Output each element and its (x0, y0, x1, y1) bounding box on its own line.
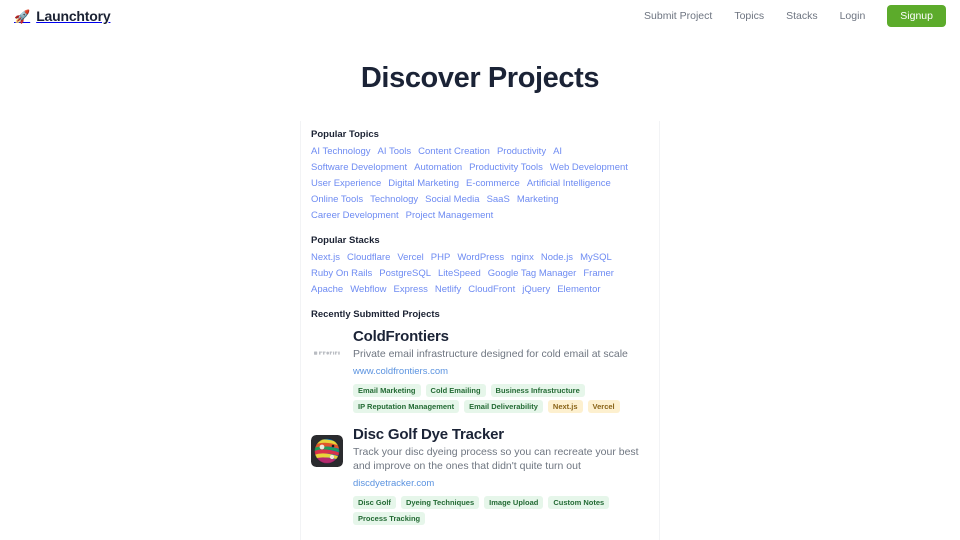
topic-link[interactable]: Automation (414, 161, 462, 174)
topic-tag[interactable]: Email Marketing (353, 384, 421, 397)
project-tag-row: Email Marketing Cold Emailing Business Inf… (353, 384, 649, 413)
stack-link[interactable]: Next.js (311, 251, 340, 264)
topic-link[interactable]: Marketing (517, 193, 559, 206)
topic-link[interactable]: Productivity Tools (469, 161, 543, 174)
signup-button[interactable]: Signup (887, 4, 946, 28)
popular-topics-list: AI Technology AI Tools Content Creation Pro… (311, 145, 649, 222)
nav-topics[interactable]: Topics (734, 10, 764, 22)
topic-link[interactable]: Digital Marketing (388, 177, 459, 190)
project-description: Track your disc dyeing process so you ca… (353, 446, 639, 472)
topic-link[interactable]: Software Development (311, 161, 407, 174)
project-description: Private email infrastructure designed fo… (353, 348, 628, 360)
topic-tag[interactable]: Custom Notes (548, 496, 610, 509)
stack-tag[interactable]: Vercel (587, 400, 620, 413)
page-title: Discover Projects (360, 62, 600, 94)
topic-link[interactable]: SaaS (487, 193, 510, 206)
topic-link[interactable]: Content Creation (418, 145, 490, 158)
popular-stacks-list: Next.js Cloudflare Vercel PHP WordPress nginx… (311, 251, 649, 296)
project-body: ColdFrontiers Private email infrastructur… (353, 327, 649, 413)
stack-link[interactable]: Google Tag Manager (488, 267, 577, 280)
stack-link[interactable]: Framer (583, 267, 614, 280)
stack-link[interactable]: Node.js (541, 251, 573, 264)
nav-login[interactable]: Login (840, 10, 866, 22)
main-content-column: Popular Topics AI Technology AI Tools Cont… (300, 121, 660, 540)
topic-tag[interactable]: Cold Emailing (425, 384, 486, 397)
frontier-wordmark-thumbnail (311, 337, 343, 369)
rocket-icon: 🚀 (14, 8, 31, 24)
project-name[interactable]: ColdFrontiers (353, 327, 649, 346)
topic-link[interactable]: Web Development (550, 161, 628, 174)
topic-link[interactable]: Productivity (497, 145, 546, 158)
stack-link[interactable]: Vercel (397, 251, 423, 264)
topic-tag[interactable]: Business Infrastructure (490, 384, 585, 397)
stack-link[interactable]: Elementor (557, 283, 600, 296)
topic-link[interactable]: AI Technology (311, 145, 371, 158)
stack-link[interactable]: Express (394, 283, 428, 296)
stack-link[interactable]: LiteSpeed (438, 267, 481, 280)
project-url-link[interactable]: www.coldfrontiers.com (353, 366, 448, 377)
topic-link[interactable]: Social Media (425, 193, 479, 206)
topic-link[interactable]: Artificial Intelligence (527, 177, 611, 190)
project-body: Disc Golf Dye Tracker Track your disc dye… (353, 425, 649, 525)
stack-link[interactable]: PostgreSQL (379, 267, 431, 280)
stack-link[interactable]: PHP (431, 251, 451, 264)
topic-tag[interactable]: Process Tracking (353, 512, 426, 525)
topic-link[interactable]: Project Management (406, 209, 494, 222)
stack-link[interactable]: Cloudflare (347, 251, 390, 264)
stack-link[interactable]: CloudFront (468, 283, 515, 296)
topic-link[interactable]: AI (553, 145, 562, 158)
topic-link[interactable]: User Experience (311, 177, 381, 190)
topic-tag[interactable]: Dyeing Techniques (400, 496, 480, 509)
site-header: 🚀 Launchtory Submit Project Topics Stack… (0, 0, 960, 32)
topic-tag[interactable]: Email Deliverability (464, 400, 543, 413)
topic-tag[interactable]: IP Reputation Management (353, 400, 460, 413)
topic-link[interactable]: Online Tools (311, 193, 363, 206)
stack-link[interactable]: Ruby On Rails (311, 267, 372, 280)
project-card[interactable]: Disc Golf Dye Tracker Track your disc dye… (311, 425, 649, 525)
popular-stacks-heading: Popular Stacks (311, 235, 380, 246)
topic-link[interactable]: Technology (370, 193, 418, 206)
stack-link[interactable]: nginx (511, 251, 534, 264)
stack-link[interactable]: jQuery (522, 283, 550, 296)
stack-link[interactable]: Netlify (435, 283, 461, 296)
tie-dye-disc-thumbnail (311, 435, 343, 467)
topic-tag[interactable]: Image Upload (484, 496, 544, 509)
topic-tag[interactable]: Disc Golf (353, 496, 396, 509)
nav-stacks[interactable]: Stacks (786, 10, 818, 22)
recent-projects-heading: Recently Submitted Projects (311, 309, 440, 320)
project-name[interactable]: Disc Golf Dye Tracker (353, 425, 649, 444)
project-tag-row: Disc Golf Dyeing Techniques Image Upload Cu… (353, 496, 649, 525)
project-list: ColdFrontiers Private email infrastructur… (311, 327, 649, 540)
project-card[interactable]: ColdFrontiers Private email infrastructur… (311, 327, 649, 413)
popular-topics-heading: Popular Topics (311, 129, 379, 140)
stack-link[interactable]: WordPress (457, 251, 504, 264)
topic-link[interactable]: E-commerce (466, 177, 520, 190)
nav-submit-project[interactable]: Submit Project (644, 10, 712, 22)
stack-link[interactable]: MySQL (580, 251, 612, 264)
brand-name: Launchtory (36, 8, 111, 24)
topic-link[interactable]: Career Development (311, 209, 399, 222)
stack-link[interactable]: Webflow (350, 283, 386, 296)
stack-link[interactable]: Apache (311, 283, 343, 296)
project-url-link[interactable]: discdyetracker.com (353, 478, 434, 489)
stack-tag[interactable]: Next.js (547, 400, 583, 413)
brand-logo[interactable]: 🚀 Launchtory (14, 8, 111, 24)
main-nav: Submit Project Topics Stacks Login Signu… (644, 4, 946, 28)
topic-link[interactable]: AI Tools (378, 145, 412, 158)
